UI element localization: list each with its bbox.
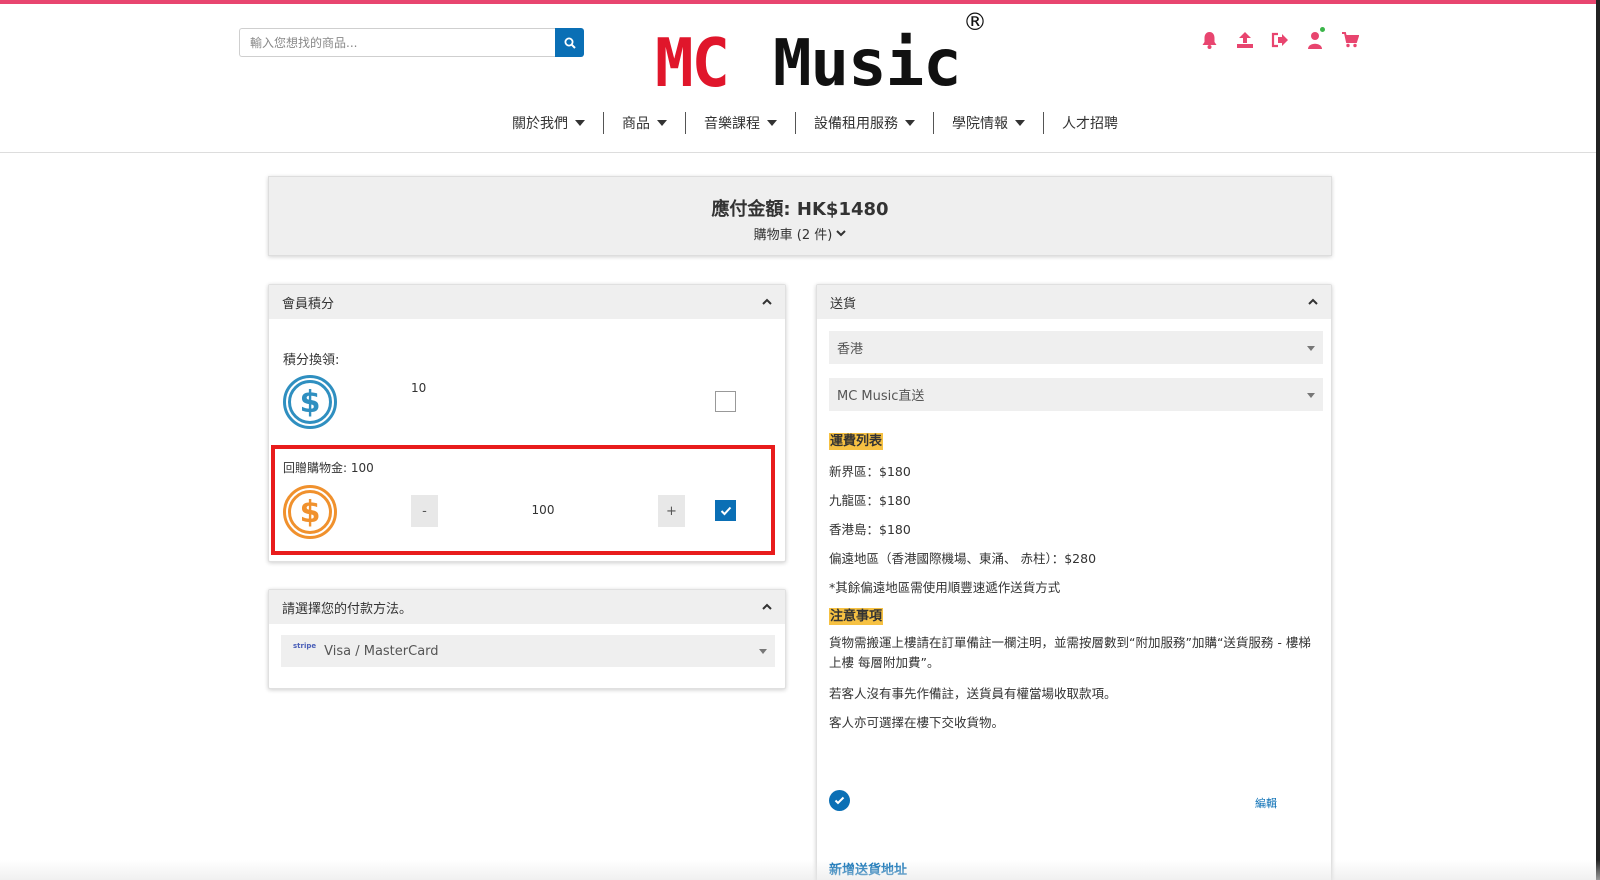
fee-line: 香港島：$180 xyxy=(829,522,911,537)
header-divider xyxy=(0,152,1600,153)
nav-label: 關於我們 xyxy=(512,116,568,132)
fee-line: 九龍區：$180 xyxy=(829,493,911,508)
cart-button[interactable] xyxy=(1340,29,1359,51)
search-button[interactable] xyxy=(555,28,584,57)
notice-line: 貨物需搬運上樓請在訂單備註一欄注明，並需按層數到“附加服務”加購“送貨服務 - … xyxy=(829,635,1311,670)
chevron-up-icon[interactable] xyxy=(761,602,773,612)
logout-button[interactable] xyxy=(1270,29,1289,51)
upload-icon xyxy=(1236,32,1253,48)
points-redeem-checkbox[interactable] xyxy=(715,391,736,412)
account-button[interactable] xyxy=(1305,27,1325,51)
main-nav: 關於我們 商品 音樂課程 設備租用服務 學院情報 人才招聘 xyxy=(0,112,1600,134)
payment-method-panel: 請選擇您的付款方法。 stripe Visa / MasterCard xyxy=(268,589,786,689)
payment-method-value: Visa / MasterCard xyxy=(324,643,439,659)
chevron-up-icon[interactable] xyxy=(1307,297,1319,307)
cart-icon xyxy=(1341,32,1359,48)
user-icon xyxy=(1307,32,1322,49)
nav-item-about[interactable]: 關於我們 xyxy=(494,112,603,134)
fee-line: 新界區：$180 xyxy=(829,464,911,479)
caret-down-icon xyxy=(657,120,667,126)
notifications-button[interactable] xyxy=(1200,29,1219,51)
nav-item-courses[interactable]: 音樂課程 xyxy=(685,112,795,134)
payment-method-header[interactable]: 請選擇您的付款方法。 xyxy=(269,590,785,624)
caret-down-icon xyxy=(767,120,777,126)
select-arrow-icon xyxy=(759,649,767,654)
search-bar xyxy=(239,28,584,57)
caret-down-icon xyxy=(1015,120,1025,126)
panel-title: 請選擇您的付款方法。 xyxy=(282,601,413,617)
top-accent-stripe xyxy=(0,0,1600,4)
search-icon xyxy=(564,37,576,49)
registered-mark: ® xyxy=(963,8,987,36)
bell-icon xyxy=(1202,32,1217,49)
chevron-up-icon[interactable] xyxy=(761,297,773,307)
add-address-link[interactable]: 新增送貨地址 xyxy=(829,859,907,878)
caret-down-icon xyxy=(905,120,915,126)
edit-address-link[interactable]: 編輯 xyxy=(1255,795,1277,811)
panel-title: 會員積分 xyxy=(282,296,335,312)
logo-music-text: Music xyxy=(773,27,962,101)
bottom-shadow xyxy=(0,860,1600,880)
bonus-credit-value[interactable]: 100 xyxy=(519,503,567,517)
shipping-fee-heading: 運費列表 xyxy=(829,433,884,450)
member-points-header[interactable]: 會員積分 xyxy=(269,285,785,319)
select-arrow-icon xyxy=(1307,393,1315,398)
increase-button[interactable]: + xyxy=(658,495,685,527)
delivery-method-value: MC Music直送 xyxy=(837,389,925,404)
bonus-credit-checkbox[interactable] xyxy=(715,500,736,521)
upload-button[interactable] xyxy=(1235,29,1254,51)
address-selected-toggle[interactable] xyxy=(829,790,850,811)
delivery-panel: 送貨 香港 MC Music直送 運費列表 新界區：$180 九龍區：$180 … xyxy=(816,284,1332,880)
notice-line: 若客人沒有事先作備註，送貨員有權當場收取款項。 xyxy=(829,686,1117,701)
bonus-credit-label: 回贈購物金: 100 xyxy=(283,461,374,475)
decrease-button[interactable]: - xyxy=(411,495,438,527)
window-edge xyxy=(1596,0,1600,880)
dollar-coin-blue-icon: $ xyxy=(283,375,337,429)
order-summary: 應付金額: HK$1480 購物車 (2 件) xyxy=(268,176,1332,256)
panel-title: 送貨 xyxy=(830,296,857,312)
cart-toggle[interactable]: 購物車 (2 件) xyxy=(754,224,847,243)
points-redeem-label: 積分換領: xyxy=(283,353,340,368)
points-redeem-value: 10 xyxy=(411,381,427,395)
nav-label: 學院情報 xyxy=(952,116,1008,132)
online-status-dot xyxy=(1320,27,1325,32)
member-points-panel: 會員積分 積分換領: $ 10 回贈購物金: 100 $ - 100 + xyxy=(268,284,786,562)
chevron-down-icon xyxy=(836,230,847,237)
nav-item-careers[interactable]: 人才招聘 xyxy=(1043,112,1136,134)
nav-item-rental[interactable]: 設備租用服務 xyxy=(795,112,933,134)
checkmark-icon xyxy=(720,506,731,515)
notice-heading: 注意事項 xyxy=(829,608,884,625)
notice-line: 客人亦可選擇在樓下交收貨物。 xyxy=(829,715,1005,730)
header-icon-bar xyxy=(1200,27,1359,51)
nav-item-products[interactable]: 商品 xyxy=(603,112,685,134)
nav-label: 音樂課程 xyxy=(704,116,760,132)
nav-label: 設備租用服務 xyxy=(814,116,898,132)
select-arrow-icon xyxy=(1307,346,1315,351)
dollar-coin-orange-icon: $ xyxy=(283,485,337,539)
stripe-logo: stripe xyxy=(293,642,317,650)
payment-method-select[interactable]: stripe Visa / MasterCard xyxy=(281,635,775,667)
logo-mc-text: MC xyxy=(655,25,730,103)
search-input[interactable] xyxy=(239,28,555,57)
delivery-method-select[interactable]: MC Music直送 xyxy=(829,378,1323,411)
caret-down-icon xyxy=(575,120,585,126)
cart-count-label: 購物車 (2 件) xyxy=(753,228,833,243)
check-icon xyxy=(834,796,845,805)
nav-label: 商品 xyxy=(622,116,650,132)
nav-label: 人才招聘 xyxy=(1062,116,1118,132)
nav-item-academy[interactable]: 學院情報 xyxy=(933,112,1043,134)
fee-line: *其餘偏遠地區需使用順豐速遞作送貨方式 xyxy=(829,580,1061,595)
region-select[interactable]: 香港 xyxy=(829,331,1323,364)
amount-due: 應付金額: HK$1480 xyxy=(711,199,889,220)
delivery-header[interactable]: 送貨 xyxy=(817,285,1331,319)
region-value: 香港 xyxy=(837,342,864,357)
fee-line: 偏遠地區（香港國際機場、東涌、 赤柱）：$280 xyxy=(829,551,1097,566)
logout-icon xyxy=(1271,32,1288,48)
